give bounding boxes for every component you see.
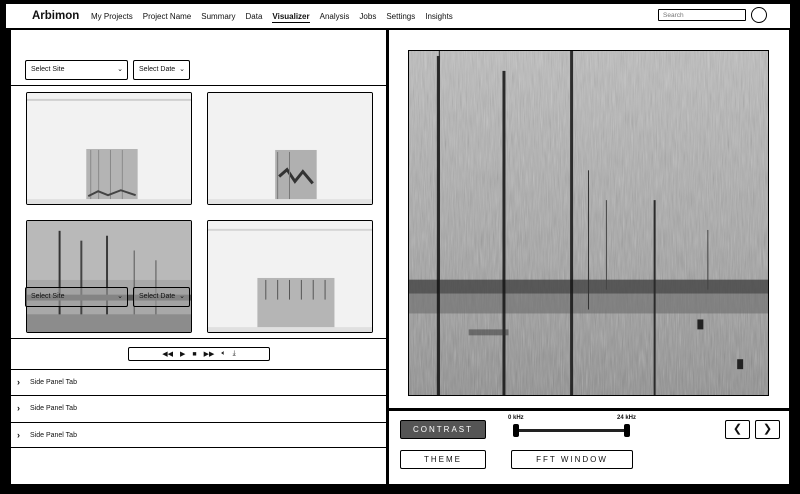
nav-summary[interactable]: Summary [201, 12, 235, 23]
fast-forward-icon[interactable]: ▶▶ [204, 350, 215, 358]
main-nav: My Projects Project Name Summary Data Vi… [91, 12, 463, 23]
main-spectrogram-image [409, 51, 768, 395]
stop-icon[interactable]: ■ [192, 351, 196, 358]
frequency-range-slider[interactable] [516, 429, 628, 432]
chevron-right-icon: › [17, 377, 20, 387]
side-panel-tab[interactable]: › Side Panel Tab [11, 369, 386, 395]
chevron-down-icon: ⌄ [179, 293, 185, 300]
chevron-down-icon: ⌄ [117, 66, 123, 73]
spectrogram-thumbnail[interactable] [26, 220, 192, 333]
spectrogram-thumbnail[interactable] [207, 220, 373, 333]
chevron-right-icon: › [17, 403, 20, 413]
select-date-label: Select Date [139, 66, 176, 73]
side-panel-tab-label: Side Panel Tab [30, 379, 77, 386]
spectrogram-thumbnail-image [208, 93, 372, 204]
nav-analysis[interactable]: Analysis [320, 12, 350, 23]
audio-player-controls: ◀◀ ▶ ■ ▶▶ 🔈︎ ⤓ [128, 347, 270, 361]
chevron-down-icon: ⌄ [117, 293, 123, 300]
select-site-dropdown-overlay[interactable]: Select Site ⌄ [25, 287, 128, 307]
freq-min-label: 0 kHz [508, 415, 524, 421]
side-panel-tab-label: Side Panel Tab [30, 432, 77, 439]
select-date-dropdown-overlay[interactable]: Select Date ⌄ [133, 287, 190, 307]
select-date-label: Select Date [139, 293, 176, 300]
freq-max-label: 24 kHz [617, 415, 637, 421]
side-panel-tab[interactable]: › Side Panel Tab [11, 395, 386, 421]
prev-button[interactable]: ❮ [725, 420, 750, 439]
nav-visualizer[interactable]: Visualizer [272, 12, 310, 23]
visualizer-panel [389, 30, 789, 408]
nav-settings[interactable]: Settings [386, 12, 415, 23]
spectrogram-thumbnail[interactable] [26, 92, 192, 205]
nav-insights[interactable]: Insights [425, 12, 453, 23]
spectrogram-thumbnail[interactable] [207, 92, 373, 205]
spectrogram-thumbnail-image [27, 93, 191, 204]
divider [11, 338, 386, 339]
nav-my-projects[interactable]: My Projects [91, 12, 133, 23]
app-frame: Arbimon My Projects Project Name Summary… [0, 0, 800, 494]
divider [11, 85, 386, 86]
top-nav-bar: Arbimon My Projects Project Name Summary… [6, 4, 790, 28]
main-spectrogram[interactable] [408, 50, 769, 396]
nav-jobs[interactable]: Jobs [359, 12, 376, 23]
freq-max-handle[interactable] [624, 424, 630, 437]
fft-window-button[interactable]: FFT WINDOW [511, 450, 633, 469]
spectrogram-controls: CONTRAST THEME FFT WINDOW 0 kHz 24 kHz ❮… [389, 411, 789, 484]
contrast-button[interactable]: CONTRAST [400, 420, 486, 439]
select-date-dropdown[interactable]: Select Date ⌄ [133, 60, 190, 80]
nav-data[interactable]: Data [246, 12, 263, 23]
select-site-label: Select Site [31, 66, 65, 73]
freq-min-handle[interactable] [513, 424, 519, 437]
volume-icon[interactable]: 🔈︎ [221, 350, 225, 358]
spectrogram-thumbnail-image [208, 221, 372, 332]
spectrogram-thumbnail-image [27, 221, 191, 332]
search-input[interactable] [658, 9, 746, 21]
side-panel-tab[interactable]: › Side Panel Tab [11, 422, 386, 448]
side-panel-tab-label: Side Panel Tab [30, 405, 77, 412]
chevron-down-icon: ⌄ [179, 66, 185, 73]
avatar[interactable] [751, 7, 767, 23]
brand-logo[interactable]: Arbimon [32, 10, 79, 22]
play-icon[interactable]: ▶ [180, 350, 185, 358]
nav-project-name[interactable]: Project Name [143, 12, 191, 23]
chevron-right-icon: ❯ [762, 423, 773, 435]
chevron-right-icon: › [17, 430, 20, 440]
select-site-label: Select Site [31, 293, 65, 300]
left-panel: Select Site ⌄ Select Date ⌄ Select Site … [11, 30, 386, 484]
rewind-icon[interactable]: ◀◀ [162, 350, 173, 358]
select-site-dropdown[interactable]: Select Site ⌄ [25, 60, 128, 80]
next-button[interactable]: ❯ [755, 420, 780, 439]
theme-button[interactable]: THEME [400, 450, 486, 469]
download-icon[interactable]: ⤓ [233, 350, 236, 358]
chevron-left-icon: ❮ [732, 423, 743, 435]
